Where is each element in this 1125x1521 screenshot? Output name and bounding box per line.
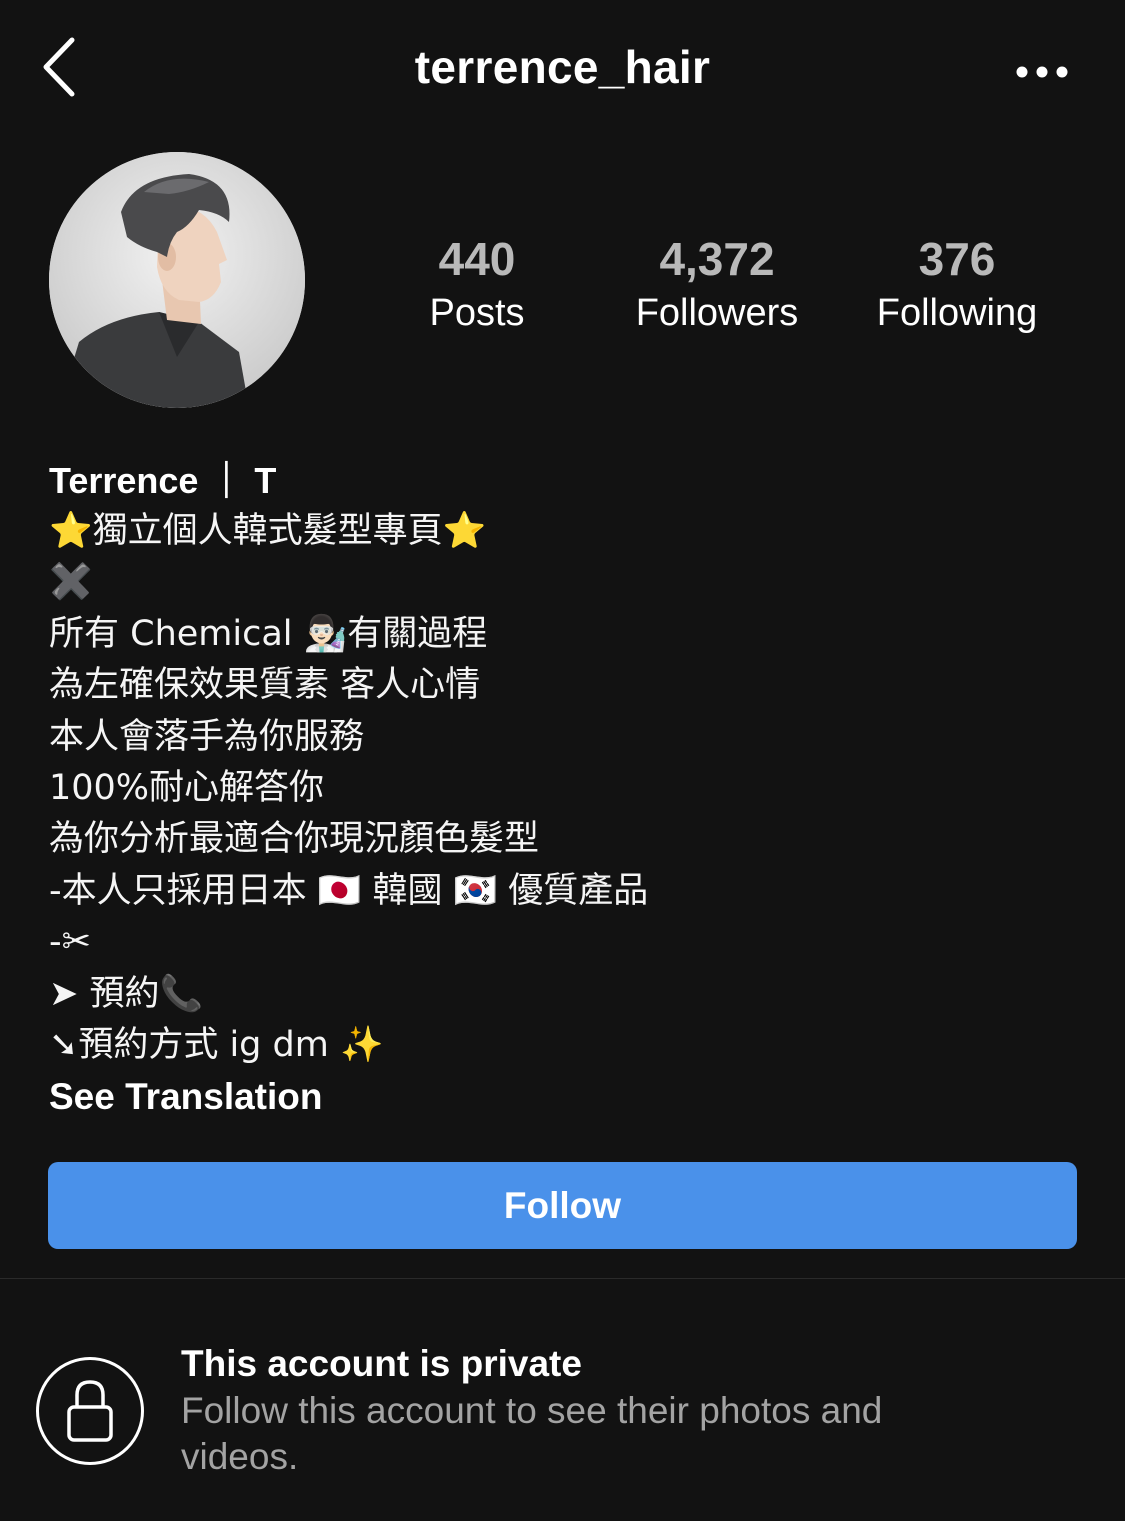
posts-label: Posts bbox=[429, 292, 525, 334]
followers-label: Followers bbox=[635, 292, 799, 334]
follow-button[interactable]: Follow bbox=[48, 1162, 1077, 1249]
following-count: 376 bbox=[918, 233, 996, 285]
bio-line: ➘預約方式 ig dm ✨ bbox=[49, 1025, 384, 1066]
profile-photo bbox=[49, 152, 305, 408]
more-horizontal-icon bbox=[1016, 66, 1068, 78]
bio-line: 100%耐心解答你 bbox=[49, 768, 325, 809]
bio-line: 為你分析最適合你現況顏色髮型 bbox=[49, 819, 540, 860]
avatar[interactable] bbox=[49, 152, 305, 408]
followers-stat[interactable]: 4,372 Followers bbox=[597, 230, 837, 336]
bio-line: -✂︎ bbox=[49, 922, 91, 963]
bio-line: 本人會落手為你服務 bbox=[49, 716, 365, 757]
bio-line: 所有 Chemical 👨🏻‍🔬有關過程 bbox=[49, 613, 488, 654]
profile-bio: Terrence ｜ T ⭐獨立個人韓式髮型專頁⭐ ✖️ 所有 Chemical… bbox=[49, 455, 1079, 1122]
bio-line: -本人只採用日本 🇯🇵 韓國 🇰🇷 優質產品 bbox=[49, 870, 649, 911]
posts-count: 440 bbox=[438, 233, 516, 285]
see-translation-link[interactable]: See Translation bbox=[49, 1071, 323, 1122]
lock-badge bbox=[36, 1357, 144, 1465]
top-bar: terrence_hair bbox=[0, 0, 1125, 140]
bio-line: ⭐獨立個人韓式髮型專頁⭐ bbox=[49, 511, 487, 551]
more-options-button[interactable] bbox=[1010, 52, 1074, 92]
private-title: This account is private bbox=[181, 1343, 582, 1384]
bio-line: ✖️ bbox=[49, 562, 93, 603]
divider bbox=[0, 1278, 1125, 1279]
posts-stat[interactable]: 440 Posts bbox=[357, 230, 597, 336]
bio-line: 為左確保效果質素 客人心情 bbox=[49, 665, 481, 706]
following-stat[interactable]: 376 Following bbox=[837, 230, 1077, 336]
following-label: Following bbox=[876, 292, 1038, 334]
profile-screen: terrence_hair 440 Posts 4,372 Followers … bbox=[0, 0, 1125, 1521]
display-name: Terrence ｜ T bbox=[49, 460, 277, 501]
bio-line: ➤ 預約📞 bbox=[49, 973, 204, 1014]
lock-icon bbox=[67, 1380, 113, 1442]
page-title: terrence_hair bbox=[414, 41, 711, 93]
private-description: Follow this account to see their photos … bbox=[181, 1390, 883, 1477]
followers-count: 4,372 bbox=[659, 233, 775, 285]
